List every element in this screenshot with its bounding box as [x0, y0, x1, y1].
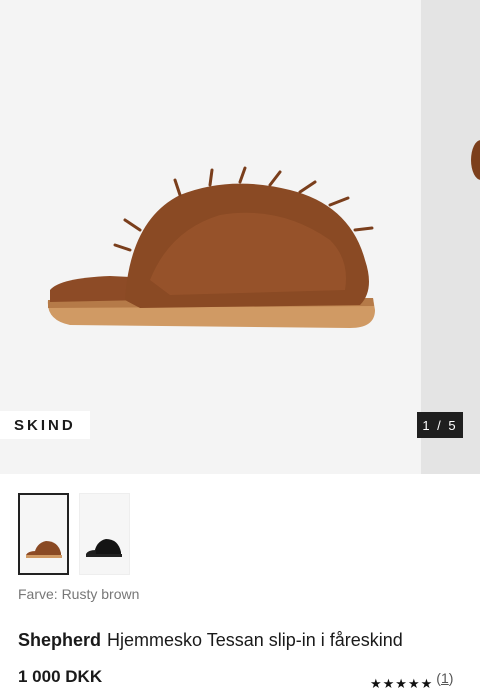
product-image-main[interactable]	[0, 0, 421, 474]
selected-color-label: Farve: Rusty brown	[18, 586, 140, 602]
thumbnail-black[interactable]	[79, 493, 130, 575]
product-price: 1 000 DKK	[18, 667, 103, 686]
slipper-thumb-black	[86, 539, 122, 557]
slipper-image	[47, 166, 375, 328]
product-title: Shepherd Hjemmesko Tessan slip-in i fåres…	[18, 630, 403, 651]
rating-stars-icon: ★★★★★	[370, 676, 434, 691]
slipper-thumb-brown	[26, 541, 62, 558]
next-image-peek[interactable]	[421, 0, 480, 474]
product-rating[interactable]: ★★★★★ (1)	[370, 670, 453, 692]
product-image-gallery[interactable]: SKIND 1 / 5	[0, 0, 480, 474]
product-name: Hjemmesko Tessan slip-in i fåreskind	[107, 630, 403, 650]
review-count-close: )	[448, 670, 454, 686]
review-count[interactable]: (1)	[436, 670, 453, 686]
product-brand[interactable]: Shepherd	[18, 630, 101, 650]
review-count-link[interactable]: 1	[441, 670, 449, 686]
material-badge: SKIND	[0, 411, 90, 439]
image-counter: 1 / 5	[417, 412, 463, 438]
thumbnail-rusty-brown[interactable]	[18, 493, 69, 575]
next-image-preview	[471, 140, 480, 180]
color-variant-thumbnails	[18, 493, 130, 575]
